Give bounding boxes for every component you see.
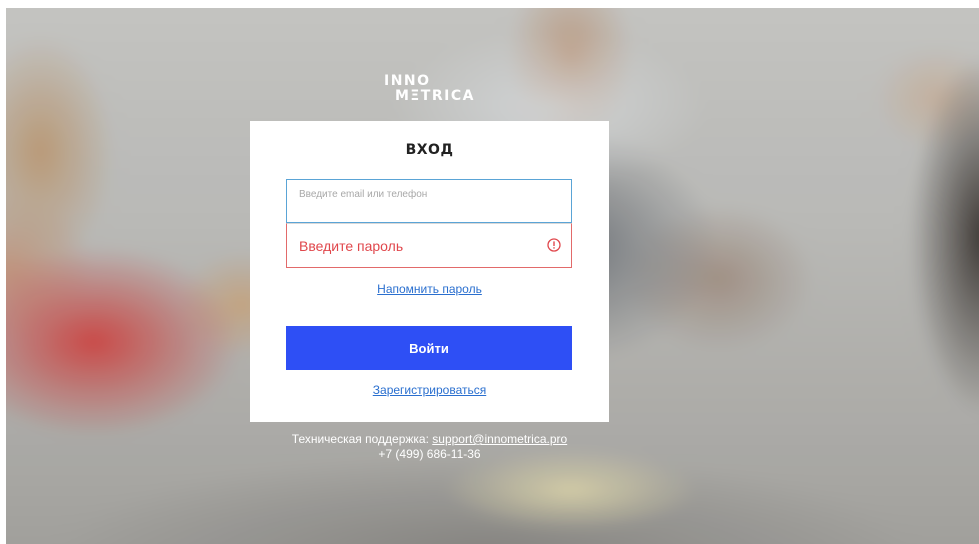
login-title: ВХОД (405, 142, 454, 158)
error-circle-icon (547, 238, 561, 252)
support-label: Техническая поддержка: (291, 432, 429, 446)
support-info: Техническая поддержка: support@innometri… (250, 432, 609, 462)
logo-line-2: MΞTRICA (395, 88, 475, 104)
login-screen: INNO MΞTRICA ВХОД Напомнить пароль Войти… (6, 8, 979, 544)
email-field[interactable] (286, 179, 572, 223)
email-input[interactable] (287, 180, 571, 222)
login-card: ВХОД Напомнить пароль Войти Зарегистриро… (250, 121, 609, 422)
remind-password-link[interactable]: Напомнить пароль (250, 282, 609, 296)
logo-line-1: INNO (384, 73, 431, 89)
innometrica-logo: INNO MΞTRICA (384, 74, 475, 104)
support-email-link[interactable]: support@innometrica.pro (432, 432, 567, 446)
register-link[interactable]: Зарегистрироваться (250, 383, 609, 397)
password-field[interactable] (286, 223, 572, 268)
login-button[interactable]: Войти (286, 326, 572, 370)
password-input[interactable] (287, 224, 571, 267)
support-line: Техническая поддержка: support@innometri… (250, 432, 609, 447)
support-phone: +7 (499) 686-11-36 (378, 447, 481, 461)
